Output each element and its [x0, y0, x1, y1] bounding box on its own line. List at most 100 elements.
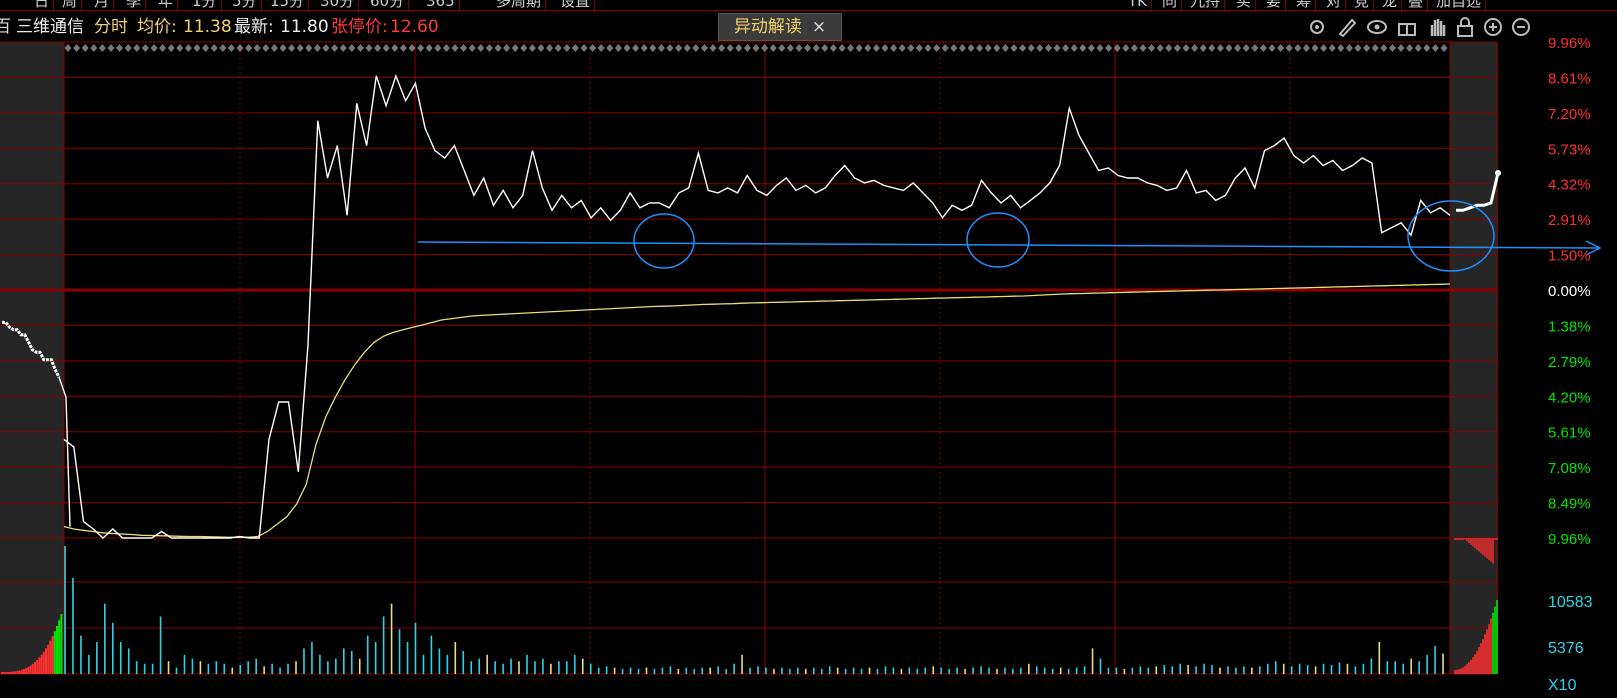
diamond-marker — [692, 44, 700, 52]
diamond-marker — [1363, 44, 1371, 52]
diamond-marker — [1139, 44, 1147, 52]
last-price-dot — [1495, 169, 1501, 176]
diamond-marker — [116, 44, 124, 52]
diamond-marker — [1320, 44, 1328, 52]
diamond-marker — [391, 44, 399, 52]
diamond-marker — [1036, 44, 1044, 52]
diamond-marker — [847, 44, 855, 52]
diamond-marker — [1285, 44, 1293, 52]
y-axis-label-down: 9.96% — [1548, 531, 1591, 548]
diamond-marker — [1311, 44, 1319, 52]
diamond-marker — [1406, 44, 1414, 52]
volume-axis-label: 5376 — [1548, 640, 1584, 657]
average-price-line — [63, 283, 1451, 538]
diamond-marker — [554, 44, 562, 52]
diamond-marker — [623, 44, 631, 52]
price-line — [63, 73, 1451, 539]
diamond-marker — [950, 44, 958, 52]
diamond-marker — [769, 44, 777, 52]
diamond-marker — [73, 44, 81, 52]
diamond-marker — [976, 44, 984, 52]
diamond-marker — [984, 44, 992, 52]
diamond-marker — [348, 44, 356, 52]
diamond-marker — [141, 44, 149, 52]
diamond-marker — [1173, 44, 1181, 52]
diamond-marker — [1259, 44, 1267, 52]
diamond-marker — [933, 44, 941, 52]
diamond-marker — [1216, 44, 1224, 52]
y-axis-label-down: 8.49% — [1548, 496, 1591, 513]
diamond-marker — [451, 44, 459, 52]
diamond-marker — [133, 44, 141, 52]
diamond-marker — [279, 44, 287, 52]
diamond-marker — [1001, 44, 1009, 52]
diamond-marker — [589, 44, 597, 52]
diamond-marker — [804, 44, 812, 52]
diamond-marker — [1251, 44, 1259, 52]
diamond-marker — [812, 44, 820, 52]
chart-grid — [0, 41, 1498, 675]
diamond-marker — [632, 44, 640, 52]
diamond-marker — [1234, 44, 1242, 52]
diamond-marker — [520, 44, 528, 52]
diamond-marker — [1053, 44, 1061, 52]
diamond-marker — [124, 44, 132, 52]
diamond-marker — [219, 44, 227, 52]
diamond-marker — [417, 44, 425, 52]
diamond-marker — [1191, 44, 1199, 52]
diamond-marker — [795, 44, 803, 52]
diamond-marker — [1302, 44, 1310, 52]
diamond-marker — [1010, 44, 1018, 52]
diamond-marker — [1208, 44, 1216, 52]
intraday-chart[interactable]: 9.96% 8.61% 7.20% 5.73% 4.32% 2.91% 1.50% 0.00%… — [0, 0, 1617, 698]
diamond-marker — [1019, 44, 1027, 52]
annotation-circle — [966, 212, 1030, 268]
diamond-marker — [477, 44, 485, 52]
diamond-marker — [838, 44, 846, 52]
diamond-marker — [614, 44, 622, 52]
diamond-marker — [425, 44, 433, 52]
diamond-marker — [442, 44, 450, 52]
diamond-marker — [1079, 44, 1087, 52]
diamond-marker — [528, 44, 536, 52]
chart-background — [0, 42, 1498, 674]
y-axis-label-up: 7.20% — [1548, 106, 1591, 123]
diamond-marker — [881, 44, 889, 52]
diamond-marker — [1130, 44, 1138, 52]
diamond-marker — [262, 44, 270, 52]
diamond-marker — [726, 44, 734, 52]
diamond-marker — [245, 44, 253, 52]
diamond-marker — [580, 44, 588, 52]
diamond-marker — [915, 44, 923, 52]
diamond-marker — [709, 44, 717, 52]
diamond-marker — [1070, 44, 1078, 52]
y-axis-label-up: 5.73% — [1548, 141, 1591, 158]
diamond-marker — [1027, 44, 1035, 52]
diamond-marker — [1380, 44, 1388, 52]
diamond-marker — [649, 44, 657, 52]
diamond-marker — [1062, 44, 1070, 52]
diamond-marker — [150, 44, 158, 52]
volume-axis-label: 10583 — [1548, 594, 1593, 611]
y-axis-label-up: 1.50% — [1548, 248, 1591, 265]
diamond-marker — [640, 44, 648, 52]
diamond-marker — [1165, 44, 1173, 52]
diamond-marker — [743, 44, 751, 52]
diamond-marker — [227, 44, 235, 52]
diamond-marker — [1328, 44, 1336, 52]
diamond-marker — [236, 44, 244, 52]
diamond-marker — [107, 44, 115, 52]
volume-bars — [1, 538, 1498, 674]
diamond-marker — [1105, 44, 1113, 52]
diamond-marker — [288, 44, 296, 52]
diamond-marker — [907, 44, 915, 52]
diamond-marker — [64, 44, 72, 52]
diamond-marker — [1388, 44, 1396, 52]
diamond-marker — [1414, 44, 1422, 52]
diamond-marker — [382, 44, 390, 52]
y-axis-label-up: 4.32% — [1548, 177, 1591, 194]
diamond-marker — [898, 44, 906, 52]
diamond-marker — [1354, 44, 1362, 52]
diamond-marker — [606, 44, 614, 52]
diamond-marker — [571, 44, 579, 52]
